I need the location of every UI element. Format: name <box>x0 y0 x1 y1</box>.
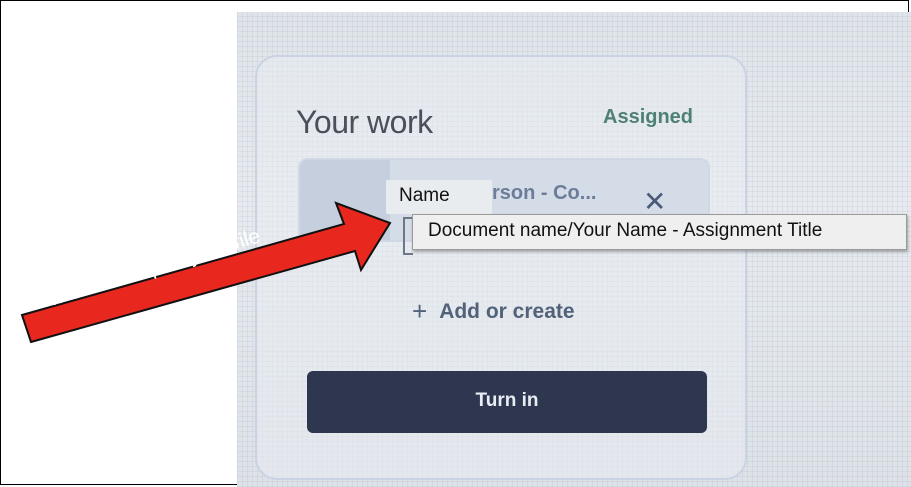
arrow-shape <box>20 201 392 344</box>
red-arrow-annotation <box>20 201 392 344</box>
